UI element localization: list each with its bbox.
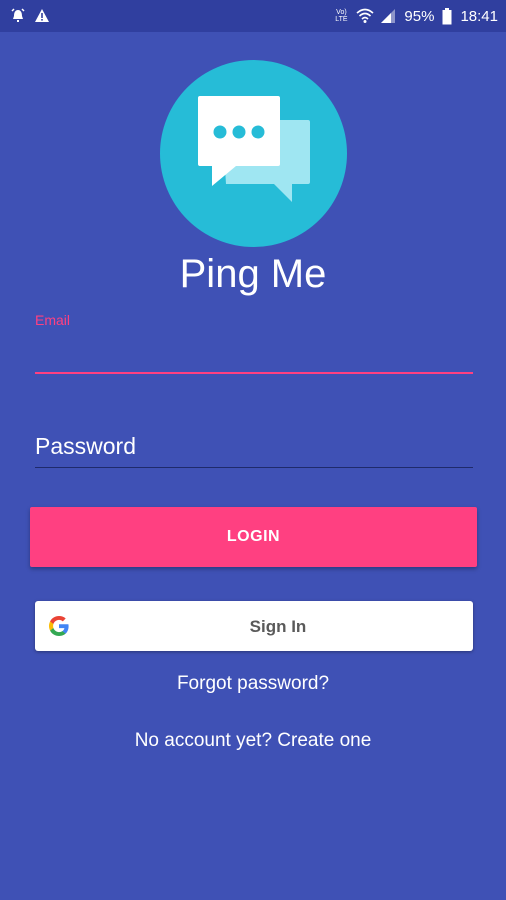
google-sign-in-label: Sign In [249, 617, 307, 636]
email-field[interactable] [35, 336, 473, 374]
volte-label: Vo) LTE [335, 9, 348, 23]
status-left-icons [10, 8, 50, 24]
warning-icon [34, 8, 50, 24]
signal-icon [380, 8, 396, 24]
battery-icon [442, 8, 452, 25]
app-title: Ping Me [179, 252, 327, 296]
forgot-password-link[interactable]: Forgot password? [0, 673, 506, 695]
wifi-icon [356, 8, 374, 24]
chat-bubbles-icon [198, 96, 310, 202]
password-field[interactable] [35, 426, 473, 468]
login-button[interactable]: LOGIN [30, 507, 477, 567]
create-account-link[interactable]: No account yet? Create one [0, 730, 506, 752]
status-right-icons: Vo) LTE 95% 18:41 [334, 8, 498, 25]
clock: 18:41 [460, 7, 498, 25]
alarm-icon [10, 8, 26, 24]
status-bar: Vo) LTE 95% 18:41 [0, 0, 506, 32]
battery-percent: 95% [404, 7, 435, 25]
google-sign-in-button[interactable]: Sign In [35, 601, 473, 651]
email-label: Email [35, 312, 71, 328]
app-logo [160, 60, 347, 247]
